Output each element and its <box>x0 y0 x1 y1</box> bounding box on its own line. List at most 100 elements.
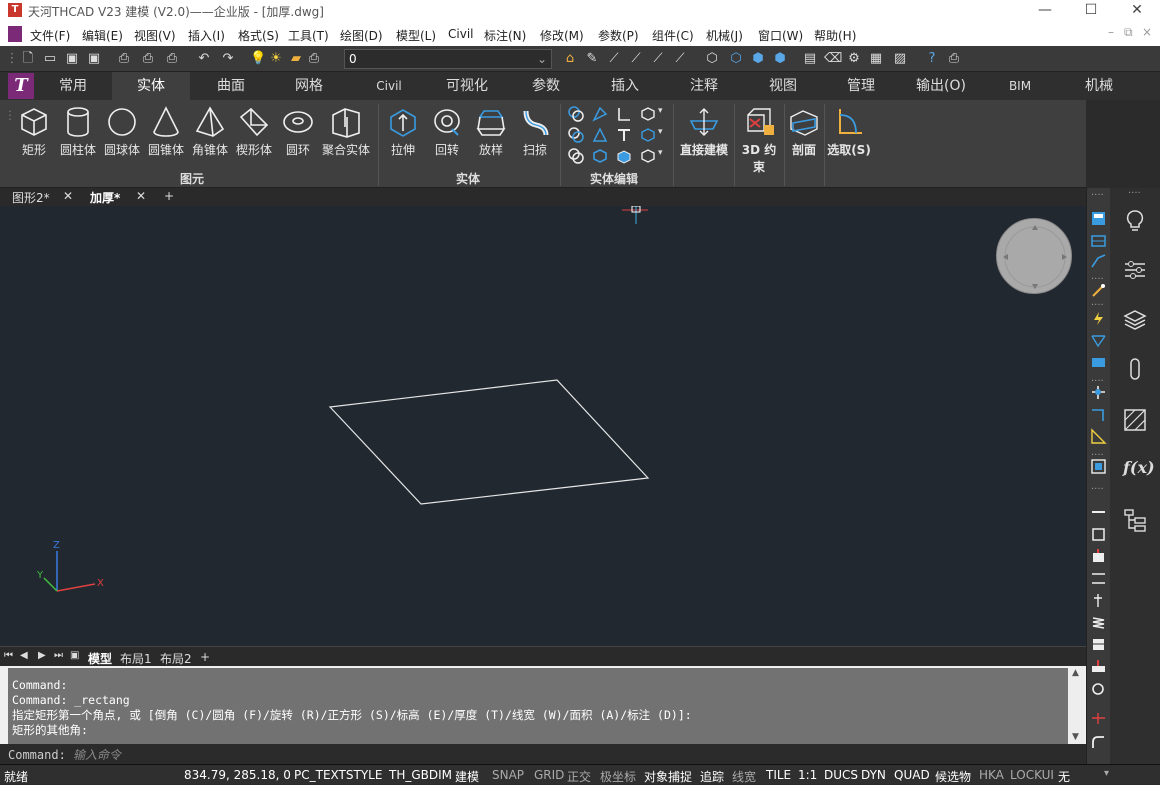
command-scrollbar[interactable]: ▲ ▼ <box>1068 668 1084 744</box>
menu-tools[interactable]: 工具(T) <box>288 27 329 44</box>
menu-civil[interactable]: Civil <box>448 27 473 41</box>
tab-manage[interactable]: 管理 <box>822 72 900 100</box>
tab-solid[interactable]: 实体 <box>112 72 190 100</box>
move-tool-icon[interactable] <box>1090 548 1107 565</box>
tab-civil[interactable]: Civil <box>350 72 428 100</box>
chevron-down-icon[interactable]: ▾ <box>658 127 663 137</box>
hatch-icon[interactable] <box>1090 428 1107 445</box>
plot-icon[interactable]: ⎙ <box>164 51 180 67</box>
tab-bim[interactable]: BIM <box>981 72 1059 100</box>
help-icon[interactable]: ? <box>924 51 940 67</box>
align-icon[interactable] <box>1090 384 1107 401</box>
menu-window[interactable]: 窗口(W) <box>758 27 803 44</box>
status-menu-icon[interactable]: ▾ <box>1104 768 1109 779</box>
menu-format[interactable]: 格式(S) <box>238 27 279 44</box>
status-toggle-polar[interactable]: 极坐标 <box>600 768 636 785</box>
loft-button[interactable]: 放样 <box>469 105 513 158</box>
tab-visualize[interactable]: 可视化 <box>428 72 506 100</box>
doc-restore-button[interactable]: ⧉ <box>1124 25 1133 40</box>
layer-isolate-icon[interactable]: ⟋ <box>606 51 622 67</box>
calculator-icon[interactable]: ▦ <box>868 51 884 67</box>
doc-minimize-button[interactable]: – <box>1108 25 1114 39</box>
image-icon[interactable]: ▨ <box>892 51 908 67</box>
3d-constraint-button[interactable]: 3D 约束 <box>736 105 782 175</box>
tab-parametric[interactable]: 参数 <box>507 72 585 100</box>
new-file-icon[interactable]: 🗋 <box>20 51 36 67</box>
layer-unlock-icon[interactable]: ▰ <box>288 51 304 67</box>
status-none[interactable]: 无 <box>1058 768 1070 785</box>
menu-modify[interactable]: 修改(M) <box>540 27 584 44</box>
menu-edit[interactable]: 编辑(E) <box>82 27 123 44</box>
view-cube-icon[interactable]: ⬡ <box>704 51 720 67</box>
drawing-canvas[interactable]: Z X Y <box>0 206 1086 646</box>
layer-on-icon[interactable]: 💡 <box>250 51 266 67</box>
status-scale[interactable]: 1:1 <box>798 768 817 782</box>
properties-icon[interactable]: ▤ <box>802 51 818 67</box>
scroll-up-icon[interactable]: ▲ <box>1072 668 1079 678</box>
tab-annotate[interactable]: 注释 <box>665 72 743 100</box>
polysolid-button[interactable]: 聚合实体 <box>320 105 372 158</box>
close-button[interactable]: ✕ <box>1114 0 1160 22</box>
extract-edge-icon[interactable] <box>616 106 632 122</box>
menu-component[interactable]: 组件(C) <box>652 27 694 44</box>
tab-surface[interactable]: 曲面 <box>192 72 270 100</box>
add-layout-button[interactable]: + <box>200 650 210 664</box>
cylinder-button[interactable]: 圆柱体 <box>56 105 100 158</box>
app-logo[interactable]: T <box>8 73 34 99</box>
doc-icon[interactable] <box>8 26 22 42</box>
solid-view-icon[interactable] <box>640 106 656 122</box>
last-layout-icon[interactable]: ⏭ <box>54 650 63 661</box>
view-wire-icon[interactable]: ⬡ <box>728 51 744 67</box>
status-toggle-hka[interactable]: HKA <box>979 768 1004 782</box>
menu-params[interactable]: 参数(P) <box>598 27 639 44</box>
status-toggle-otrack[interactable]: 追踪 <box>700 768 724 785</box>
status-toggle-osnap[interactable]: 对象捕捉 <box>644 768 692 785</box>
print-preview-icon[interactable]: ⎙ <box>140 51 156 67</box>
status-toggle-lineweight[interactable]: 线宽 <box>732 768 756 785</box>
box-tool-icon[interactable] <box>1090 526 1107 543</box>
solid-copy-icon[interactable] <box>640 127 656 143</box>
line-tool-icon[interactable] <box>1090 504 1107 521</box>
print-icon[interactable]: ⎙ <box>946 51 962 67</box>
function-icon[interactable]: f(x) <box>1123 458 1155 482</box>
sliders-icon[interactable] <box>1123 258 1147 282</box>
table-icon[interactable] <box>1090 232 1107 249</box>
properties-panel-icon[interactable] <box>1090 210 1107 227</box>
layout-tab-layout1[interactable]: 布局1 <box>120 650 152 667</box>
menu-mechanical[interactable]: 机械(J) <box>706 27 743 44</box>
command-input[interactable]: 输入命令 <box>73 748 121 762</box>
hatch-pattern-icon[interactable] <box>1123 408 1147 432</box>
status-toggle-tile[interactable]: TILE <box>766 768 791 782</box>
layer-thaw-icon[interactable]: ☀ <box>268 51 284 67</box>
layout-list-icon[interactable]: ▣ <box>70 650 79 661</box>
fillet-edge-icon[interactable] <box>592 106 608 122</box>
status-toggle-quad[interactable]: QUAD <box>894 768 930 782</box>
save-as-icon[interactable]: ▣ <box>86 51 102 67</box>
intersect-icon[interactable] <box>568 148 584 164</box>
layer-plot-icon[interactable]: ⎙ <box>306 51 322 67</box>
status-dimstyle[interactable]: TH_GBDIM <box>389 768 452 782</box>
menu-draw[interactable]: 绘图(D) <box>340 27 383 44</box>
separate-icon[interactable] <box>640 148 656 164</box>
layer-previous-icon[interactable]: ✎ <box>584 51 600 67</box>
new-tab-button[interactable]: + <box>164 189 174 203</box>
eraser-icon[interactable]: ⌫ <box>824 51 842 67</box>
print-icon[interactable]: ⎙ <box>116 51 132 67</box>
stretch-icon[interactable] <box>1090 570 1107 587</box>
dimension-value-icon[interactable] <box>1090 354 1107 371</box>
menu-view[interactable]: 视图(V) <box>134 27 176 44</box>
magic-wand-icon[interactable] <box>1090 282 1107 299</box>
prev-layout-icon[interactable]: ◀ <box>20 650 28 661</box>
open-file-icon[interactable]: ▭ <box>42 51 58 67</box>
close-icon[interactable]: ✕ <box>63 189 73 203</box>
status-textstyle[interactable]: PC_TEXTSTYLE <box>294 768 382 782</box>
direct-modeling-button[interactable]: 直接建模 <box>676 105 732 158</box>
view-shade-icon[interactable]: ⬢ <box>750 51 766 67</box>
section-button[interactable]: 剖面 <box>784 105 824 158</box>
chamfer-edge-icon[interactable] <box>592 127 608 143</box>
layers-icon[interactable] <box>1123 308 1147 332</box>
status-workspace[interactable]: 建模 <box>455 768 479 785</box>
status-toggle-ortho[interactable]: 正交 <box>567 768 591 785</box>
status-toggle-ducs[interactable]: DUCS <box>824 768 858 782</box>
lightning-icon[interactable] <box>1090 310 1107 327</box>
